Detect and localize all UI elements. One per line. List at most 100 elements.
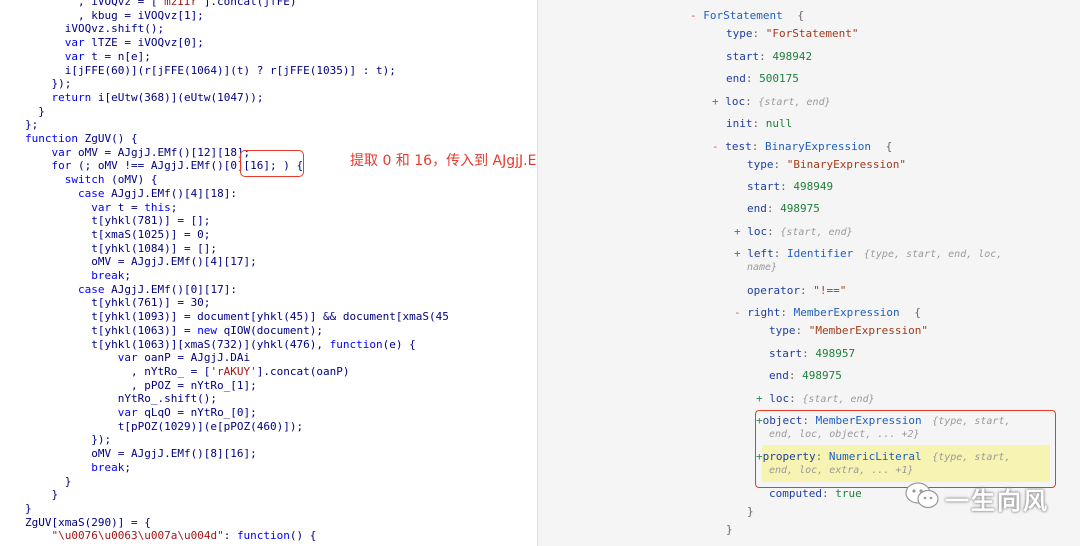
ast-node-forstatement[interactable]: - ForStatement { — [690, 9, 804, 23]
expand-toggle[interactable]: + — [756, 414, 763, 427]
prop-key: right — [747, 306, 781, 319]
ast-prop-init: init: null — [726, 117, 793, 130]
open-brace: { — [797, 9, 804, 22]
ast-prop-right[interactable]: - right: MemberExpression { — [734, 306, 921, 320]
ast-prop-end: end: 500175 — [726, 72, 799, 85]
collapse-toggle[interactable]: - — [690, 9, 697, 22]
ast-prop-test-type: type: "BinaryExpression" — [747, 158, 906, 171]
code-line: }); — [25, 77, 72, 91]
open-brace: { — [914, 306, 921, 319]
prop-value: NumericLiteral — [828, 450, 922, 463]
code-line: var oMV = AJgjJ.EMf()[12][18]; — [51, 145, 251, 159]
code-line: oMV = AJgjJ.EMf()[4][17]; — [25, 255, 257, 269]
wechat-logo-icon — [905, 481, 939, 515]
prop-key: start — [747, 180, 781, 193]
ast-prop-operator: operator: "!==" — [747, 284, 847, 297]
code-line: t[yhkl(761)] = 30; — [25, 296, 211, 310]
prop-key: start — [769, 347, 803, 360]
ast-prop-property[interactable]: +property: NumericLiteral {type, start, — [756, 450, 1010, 465]
ast-prop-right-loc[interactable]: + loc: {start, end} — [756, 392, 875, 407]
prop-value: BinaryExpression — [765, 140, 871, 153]
code-line: , pPOZ = nYtRo_[1]; — [25, 378, 257, 392]
prop-key: object — [762, 414, 803, 427]
code-line: switch (oMV) { — [64, 173, 158, 187]
code-line: var qLqO = nYtRo_[0]; — [117, 406, 257, 419]
prop-key: property — [762, 450, 816, 463]
code-line: nYtRo_.shift(); — [25, 392, 218, 406]
prop-summary: {start, end} — [758, 97, 831, 108]
prop-key: type — [726, 27, 753, 40]
prop-key: type — [769, 324, 796, 337]
code-line: t[yhkl(1093)] = document[yhkl(45)] && do… — [25, 310, 449, 324]
code-line: var t = this; — [91, 200, 178, 214]
ast-prop-right-end: end: 498975 — [769, 369, 842, 382]
prop-key: loc — [747, 225, 768, 238]
code-line: break; — [91, 269, 131, 282]
prop-key: start — [726, 50, 760, 63]
prop-value: "MemberExpression" — [808, 324, 928, 337]
prop-key: left — [747, 247, 774, 260]
prop-summary: {type, start, — [932, 452, 1011, 463]
expand-toggle[interactable]: + — [756, 392, 763, 405]
close-brace: } — [726, 523, 733, 536]
code-editor-pane[interactable]: , iVOQvz = ['mzIIr'].concat(jfFE) , kbug… — [0, 0, 537, 546]
code-line: t[pPOZ(1029)](e[pPOZ(460)]); — [25, 419, 304, 433]
prop-value: 498957 — [815, 347, 856, 360]
ast-explorer-pane[interactable]: - ForStatement { type: "ForStatement" st… — [538, 0, 1080, 546]
code-line: return i[eUtw(368)](eUtw(1047)); — [51, 90, 264, 104]
ast-prop-test[interactable]: - test: BinaryExpression { — [712, 140, 892, 154]
ast-prop-left[interactable]: + left: Identifier {type, start, end, lo… — [734, 247, 1002, 262]
ast-prop-object[interactable]: +object: MemberExpression {type, start, — [756, 414, 1011, 429]
prop-key: end — [726, 72, 746, 85]
expand-toggle[interactable]: + — [734, 225, 741, 238]
ast-prop-test-start: start: 498949 — [747, 180, 834, 193]
prop-value: null — [765, 117, 793, 130]
expand-toggle[interactable]: + — [756, 450, 763, 463]
code-line: var lTZE = iVOQvz[0]; — [64, 36, 204, 50]
ast-prop-loc[interactable]: + loc: {start, end} — [712, 95, 831, 110]
prop-value: 498949 — [793, 180, 834, 193]
code-line: function ZgUV() { — [25, 132, 138, 145]
code-line: }; — [25, 118, 39, 132]
prop-key: loc — [725, 95, 746, 108]
expand-toggle[interactable]: + — [734, 247, 741, 260]
collapse-toggle[interactable]: - — [712, 140, 719, 153]
code-highlight-box — [240, 150, 304, 177]
code-line: } — [25, 501, 32, 515]
prop-summary: {type, start, end, loc, — [863, 249, 1003, 260]
open-brace: { — [885, 140, 893, 153]
ast-prop-computed: computed: true — [769, 487, 862, 500]
ast-prop-test-loc[interactable]: + loc: {start, end} — [734, 225, 853, 240]
expand-toggle[interactable]: + — [712, 95, 719, 108]
ast-node-type: ForStatement — [703, 9, 783, 22]
prop-summary-continued: name} — [747, 262, 778, 273]
prop-value: "ForStatement" — [765, 27, 859, 40]
prop-key: end — [769, 369, 789, 382]
prop-key: operator — [747, 284, 800, 297]
code-line: t[yhkl(781)] = []; — [25, 214, 211, 228]
prop-key: computed — [769, 487, 822, 500]
prop-summary: {start, end} — [780, 227, 853, 238]
close-brace: } — [747, 505, 754, 518]
code-line: var t = n[e]; — [64, 49, 151, 63]
prop-value: "BinaryExpression" — [786, 158, 906, 171]
code-line: break; — [91, 460, 131, 474]
code-line: i[jFFE(60)](r[jFFE(1064)](t) ? r[jFFE(10… — [25, 63, 396, 77]
watermark: 一生向风 — [905, 480, 1049, 516]
code-line: "\u0076\u0063\u007a\u004d": function() { — [51, 529, 317, 543]
code-line: t[yhkl(1084)] = []; — [25, 241, 218, 255]
prop-summary-continued: end, loc, extra, ... +1} — [769, 465, 914, 476]
prop-key: end — [747, 202, 767, 215]
code-annotation: 提取 0 和 16，传入到 AJgjJ.EMf() 计算 — [350, 153, 537, 169]
prop-value: MemberExpression — [815, 414, 922, 427]
prop-value: 498942 — [772, 50, 813, 63]
code-line: oMV = AJgjJ.EMf()[8][16]; — [25, 447, 257, 461]
prop-key: type — [747, 158, 774, 171]
prop-key: init — [726, 117, 753, 130]
collapse-toggle[interactable]: - — [734, 306, 741, 319]
ast-prop-type: type: "ForStatement" — [726, 27, 859, 40]
code-line: case AJgjJ.EMf()[4][18]: — [77, 186, 237, 200]
prop-summary: {type, start, — [932, 416, 1011, 427]
prop-summary: {start, end} — [802, 394, 875, 405]
ast-prop-right-start: start: 498957 — [769, 347, 856, 360]
